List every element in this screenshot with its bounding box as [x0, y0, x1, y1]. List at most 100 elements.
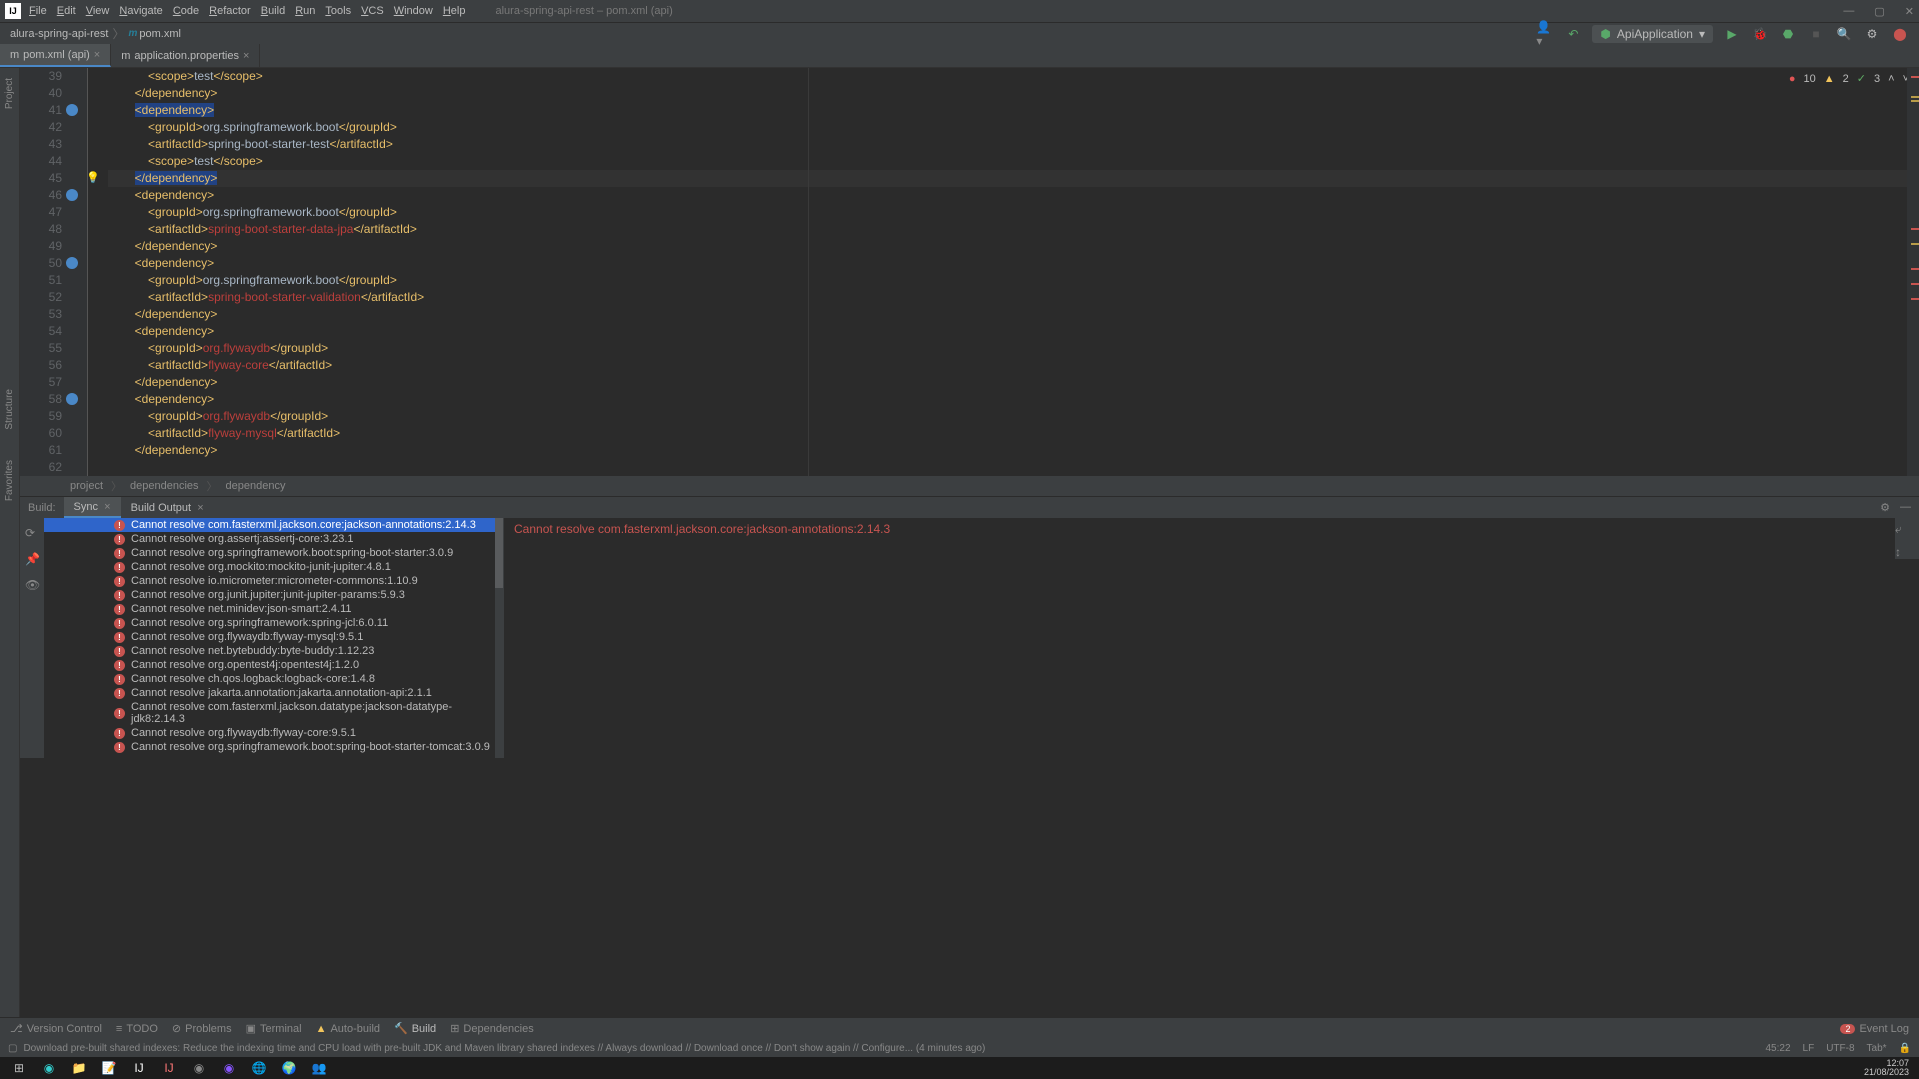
- wrap-icon[interactable]: ⤶: [1895, 522, 1919, 537]
- maximize-icon[interactable]: ▢: [1874, 5, 1884, 18]
- favorites-tool-label[interactable]: Favorites: [4, 460, 15, 501]
- gear-icon[interactable]: ⚙: [1880, 501, 1890, 514]
- todo-tool[interactable]: ≡TODO: [116, 1023, 158, 1035]
- build-error-item[interactable]: !Cannot resolve net.bytebuddy:byte-buddy…: [44, 644, 503, 658]
- scrollbar[interactable]: [495, 518, 503, 758]
- build-tab-sync[interactable]: Sync ×: [64, 497, 121, 518]
- code-line[interactable]: <dependency>: [108, 102, 1919, 119]
- build-error-item[interactable]: !Cannot resolve org.springframework.boot…: [44, 546, 503, 560]
- code-line[interactable]: <groupId>org.flywaydb</groupId>: [108, 408, 1919, 425]
- code-line[interactable]: </dependency>: [108, 238, 1919, 255]
- close-tab-icon[interactable]: ×: [94, 49, 100, 61]
- stop-button[interactable]: ■: [1807, 25, 1825, 43]
- code-line[interactable]: <groupId>org.springframework.boot</group…: [108, 272, 1919, 289]
- build-error-item[interactable]: !Cannot resolve org.mockito:mockito-juni…: [44, 560, 503, 574]
- menu-run[interactable]: Run: [295, 5, 315, 17]
- file-encoding[interactable]: UTF-8: [1826, 1043, 1854, 1054]
- run-button[interactable]: ▶: [1723, 25, 1741, 43]
- menu-code[interactable]: Code: [173, 5, 199, 17]
- code-line[interactable]: <groupId>org.flywaydb</groupId>: [108, 340, 1919, 357]
- code-editor[interactable]: <scope>test</scope> </dependency> <depen…: [88, 68, 1919, 476]
- code-line[interactable]: </dependency>: [108, 306, 1919, 323]
- code-line[interactable]: <dependency>: [108, 391, 1919, 408]
- eye-icon[interactable]: 👁: [25, 578, 39, 592]
- debug-button[interactable]: 🐞: [1751, 25, 1769, 43]
- code-line[interactable]: <scope>test</scope>: [108, 68, 1919, 85]
- build-error-item[interactable]: !Cannot resolve org.opentest4j:opentest4…: [44, 658, 503, 672]
- code-line[interactable]: [108, 459, 1919, 476]
- code-line[interactable]: <dependency>: [108, 255, 1919, 272]
- build-error-item[interactable]: !Cannot resolve com.fasterxml.jackson.da…: [44, 700, 503, 726]
- build-tool[interactable]: 🔨Build: [394, 1022, 436, 1035]
- globe-icon[interactable]: 🌍: [274, 1057, 304, 1079]
- explorer-icon[interactable]: 📁: [64, 1057, 94, 1079]
- scrollbar-thumb[interactable]: [495, 518, 503, 588]
- gutter-maven-icon[interactable]: [66, 104, 78, 116]
- pin-icon[interactable]: 📌: [25, 552, 39, 566]
- breadcrumb-project[interactable]: project: [70, 480, 103, 492]
- problems-tool[interactable]: ⊘Problems: [172, 1022, 232, 1035]
- status-message[interactable]: Download pre-built shared indexes: Reduc…: [23, 1043, 985, 1054]
- scroll-icon[interactable]: ↕: [1895, 545, 1919, 559]
- breadcrumb-project[interactable]: alura-spring-api-rest: [10, 28, 108, 40]
- minimize-icon[interactable]: —: [1843, 5, 1854, 18]
- build-error-item[interactable]: !Cannot resolve org.springframework.boot…: [44, 740, 503, 754]
- cursor-position[interactable]: 45:22: [1765, 1043, 1790, 1054]
- build-error-item[interactable]: !Cannot resolve net.minidev:json-smart:2…: [44, 602, 503, 616]
- edge-icon[interactable]: ◉: [34, 1057, 64, 1079]
- build-error-item[interactable]: !Cannot resolve org.springframework:spri…: [44, 616, 503, 630]
- tab-applicationproperties[interactable]: mapplication.properties ×: [111, 44, 260, 67]
- line-gutter[interactable]: 394041424344💡454647484950515253545556575…: [20, 68, 70, 476]
- indexing-icon[interactable]: ▢: [8, 1043, 17, 1054]
- gutter-maven-icon[interactable]: [66, 257, 78, 269]
- menu-help[interactable]: Help: [443, 5, 466, 17]
- settings-icon[interactable]: ⚙: [1863, 25, 1881, 43]
- notepad-icon[interactable]: 📝: [94, 1057, 124, 1079]
- tab-pomxmlapi[interactable]: mpom.xml (api) ×: [0, 44, 111, 67]
- menu-edit[interactable]: Edit: [57, 5, 76, 17]
- build-tab-output[interactable]: Build Output ×: [121, 497, 214, 518]
- code-line[interactable]: <scope>test</scope>: [108, 153, 1919, 170]
- menu-window[interactable]: Window: [394, 5, 433, 17]
- close-tab-icon[interactable]: ×: [243, 50, 249, 62]
- code-line[interactable]: <artifactId>spring-boot-starter-test</ar…: [108, 136, 1919, 153]
- build-error-item[interactable]: !Cannot resolve org.junit.jupiter:junit-…: [44, 588, 503, 602]
- code-line[interactable]: <groupId>org.springframework.boot</group…: [108, 204, 1919, 221]
- back-arrow-icon[interactable]: ↶: [1564, 25, 1582, 43]
- build-error-item[interactable]: !Cannot resolve com.fasterxml.jackson.co…: [44, 518, 503, 532]
- line-separator[interactable]: LF: [1803, 1043, 1815, 1054]
- fold-gutter[interactable]: [70, 68, 88, 476]
- code-line[interactable]: </dependency>: [108, 442, 1919, 459]
- menu-build[interactable]: Build: [261, 5, 285, 17]
- autobuild-tool[interactable]: ▲Auto-build: [316, 1023, 380, 1035]
- structure-tool-label[interactable]: Structure: [4, 389, 15, 430]
- indent-info[interactable]: Tab*: [1867, 1043, 1887, 1054]
- intellij2-taskbar-icon[interactable]: IJ: [154, 1057, 184, 1079]
- code-line[interactable]: <artifactId>flyway-core</artifactId>: [108, 357, 1919, 374]
- close-tab-icon[interactable]: ×: [104, 501, 110, 513]
- intellij-taskbar-icon[interactable]: IJ: [124, 1057, 154, 1079]
- terminal-tool[interactable]: ▣Terminal: [246, 1022, 302, 1035]
- chrome-icon[interactable]: 🌐: [244, 1057, 274, 1079]
- search-icon[interactable]: 🔍: [1835, 25, 1853, 43]
- build-error-item[interactable]: !Cannot resolve org.assertj:assertj-core…: [44, 532, 503, 546]
- code-line[interactable]: <groupId>org.springframework.boot</group…: [108, 119, 1919, 136]
- build-error-item[interactable]: !Cannot resolve jakarta.annotation:jakar…: [44, 686, 503, 700]
- code-line[interactable]: <artifactId>spring-boot-starter-validati…: [108, 289, 1919, 306]
- code-line[interactable]: </dependency>: [108, 374, 1919, 391]
- refresh-icon[interactable]: ⟳: [25, 526, 39, 540]
- user-add-icon[interactable]: 👤▾: [1536, 25, 1554, 43]
- build-error-item[interactable]: !Cannot resolve ch.qos.logback:logback-c…: [44, 672, 503, 686]
- code-line[interactable]: </dependency>: [108, 170, 1919, 187]
- close-icon[interactable]: ✕: [1905, 5, 1914, 18]
- breadcrumb-dependencies[interactable]: dependencies: [130, 480, 199, 492]
- menu-view[interactable]: View: [86, 5, 110, 17]
- event-log-tool[interactable]: 2Event Log: [1840, 1023, 1909, 1035]
- system-clock[interactable]: 12:07 21/08/2023: [1864, 1059, 1915, 1077]
- start-button[interactable]: ⊞: [4, 1057, 34, 1079]
- code-line[interactable]: <dependency>: [108, 323, 1919, 340]
- gutter-maven-icon[interactable]: [66, 189, 78, 201]
- close-tab-icon[interactable]: ×: [197, 502, 203, 514]
- breadcrumb-dependency[interactable]: dependency: [226, 480, 286, 492]
- teams-icon[interactable]: 👥: [304, 1057, 334, 1079]
